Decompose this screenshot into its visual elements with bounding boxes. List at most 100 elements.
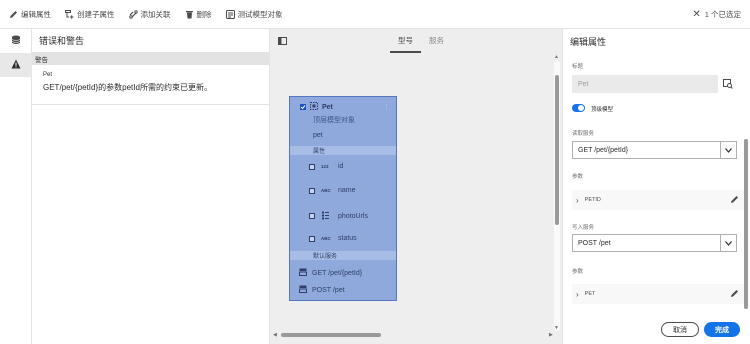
chevron-down-icon[interactable]	[720, 142, 736, 158]
write-service-label: 写入服务	[572, 225, 595, 231]
chevron-right-icon[interactable]: ›	[576, 196, 579, 205]
property-checkbox[interactable]	[309, 187, 315, 194]
test-icon	[225, 9, 235, 19]
param-name: PET	[584, 291, 596, 297]
tab-model[interactable]: 型号	[390, 29, 421, 53]
scroll-right-icon[interactable]: ▶	[549, 332, 553, 338]
read-service-label: 读取服务	[572, 131, 595, 137]
param-name: PETID	[584, 197, 601, 203]
write-service-select[interactable]: POST /pet	[572, 234, 737, 252]
canvas-tabs: 型号 服务	[390, 29, 452, 53]
node-model-name: pet	[313, 132, 323, 139]
test-model-object-label: 测试模型对象	[237, 9, 283, 19]
read-service-value: GET /pet/{petId}	[578, 146, 629, 154]
edit-properties-panel: 编辑属性 标题 Pet 顶级模型 读取服务 GET /pet/{petId} 参…	[562, 29, 750, 344]
string-type-icon: ABC	[321, 188, 331, 193]
property-checkbox[interactable]	[309, 163, 315, 170]
toggle-knob	[578, 105, 584, 111]
toolbar: 编辑属性 创建子属性 添加关联 删除 测试模型对象 ✕ 1 个已选定	[0, 0, 750, 29]
pencil-icon[interactable]	[730, 289, 739, 298]
service-icon	[299, 268, 307, 278]
create-child-icon	[65, 9, 74, 19]
warning-icon	[11, 59, 21, 71]
chevron-down-icon[interactable]	[720, 235, 736, 251]
property-row[interactable]: 123 id	[290, 163, 396, 170]
node-subtitle: 顶层模型对象	[313, 117, 355, 124]
panel-toggle-icon[interactable]	[278, 37, 287, 45]
binding-icon[interactable]	[723, 79, 733, 91]
delete-button[interactable]: 删除	[178, 0, 219, 29]
property-name: name	[338, 187, 356, 194]
create-child-property-button[interactable]: 创建子属性	[58, 0, 122, 29]
scroll-thumb[interactable]	[281, 333, 381, 337]
link-icon	[128, 9, 138, 19]
model-icon	[310, 102, 318, 112]
node-title-row[interactable]: Pet ⋮	[290, 102, 396, 112]
service-name: POST /pet	[312, 286, 345, 294]
title-field[interactable]: Pet	[572, 75, 718, 93]
top-level-label: 顶级模型	[591, 107, 614, 113]
errors-warnings-panel: 错误和警告 警告 Pet GET/pet/{petId}的参数petId所需的约…	[32, 29, 270, 344]
test-model-object-button[interactable]: 测试模型对象	[219, 0, 290, 29]
service-row[interactable]: POST /pet	[290, 285, 396, 295]
warning-object-name: Pet	[43, 72, 53, 78]
read-params-label: 参数	[572, 174, 584, 180]
property-checkbox[interactable]	[309, 213, 315, 219]
integer-type-icon: 123	[321, 164, 329, 169]
cancel-button[interactable]: 取消	[661, 322, 699, 337]
node-checkbox[interactable]	[300, 104, 306, 110]
pencil-icon[interactable]	[730, 195, 739, 204]
read-service-select[interactable]: GET /pet/{petId}	[572, 141, 737, 159]
title-field-label: 标题	[572, 64, 584, 70]
warning-section-header: 警告	[32, 53, 269, 65]
edit-properties-label: 编辑属性	[21, 9, 51, 19]
service-row[interactable]: GET /pet/{petId}	[290, 268, 396, 278]
scroll-up-icon[interactable]: ▲	[554, 54, 559, 60]
add-association-label: 添加关联	[140, 9, 171, 19]
pencil-icon	[9, 10, 18, 19]
close-icon[interactable]: ✕	[692, 9, 700, 20]
create-child-property-label: 创建子属性	[77, 9, 115, 19]
edit-properties-button[interactable]: 编辑属性	[0, 0, 58, 29]
title-field-value: Pet	[578, 80, 589, 88]
chevron-right-icon[interactable]: ›	[576, 290, 579, 299]
property-name: id	[338, 163, 344, 170]
tab-services[interactable]: 服务	[421, 29, 452, 53]
write-param-row[interactable]: › PET	[572, 284, 744, 304]
warnings-rail-button[interactable]	[0, 53, 32, 77]
delete-label: 删除	[196, 9, 212, 19]
property-row[interactable]: photoUrls	[290, 211, 396, 221]
canvas-vertical-scrollbar[interactable]	[554, 61, 560, 331]
warning-item[interactable]: Pet GET/pet/{petId}的参数petId所需的约束已更新。	[32, 65, 269, 105]
selection-status[interactable]: ✕ 1 个已选定	[692, 0, 741, 29]
panel-title: 编辑属性	[570, 36, 607, 47]
canvas-horizontal-scrollbar[interactable]	[278, 332, 548, 338]
properties-section-label: 属性	[290, 146, 396, 155]
model-object-node[interactable]: Pet ⋮ 顶层模型对象 pet 属性 123 id ABC name phot…	[289, 96, 397, 301]
selection-count: 1 个已选定	[704, 10, 741, 19]
read-param-row[interactable]: › PETID	[572, 190, 744, 210]
top-level-toggle[interactable]	[572, 104, 585, 112]
add-association-button[interactable]: 添加关联	[122, 0, 178, 29]
trash-icon	[185, 10, 194, 19]
panel-scrollbar[interactable]	[744, 139, 748, 309]
scroll-thumb[interactable]	[555, 75, 559, 225]
array-type-icon	[321, 211, 336, 221]
data-source-rail-button[interactable]	[0, 29, 32, 53]
property-name: photoUrls	[338, 212, 368, 220]
scroll-down-icon[interactable]: ▼	[554, 325, 559, 331]
services-section-label: 默认服务	[290, 251, 396, 260]
node-title: Pet	[322, 103, 333, 111]
canvas-header: 型号 服务	[270, 29, 562, 55]
drag-handle-icon[interactable]: ⋮	[383, 103, 390, 111]
scroll-left-icon[interactable]: ◀	[273, 332, 277, 338]
service-name: GET /pet/{petId}	[312, 269, 363, 277]
database-icon	[11, 35, 21, 47]
done-button[interactable]: 完成	[704, 322, 740, 337]
left-rail	[0, 29, 32, 344]
property-row[interactable]: ABC status	[290, 235, 396, 242]
property-row[interactable]: ABC name	[290, 187, 396, 194]
panel-title: 错误和警告	[32, 29, 269, 53]
write-params-label: 参数	[572, 269, 584, 275]
property-checkbox[interactable]	[309, 235, 315, 242]
